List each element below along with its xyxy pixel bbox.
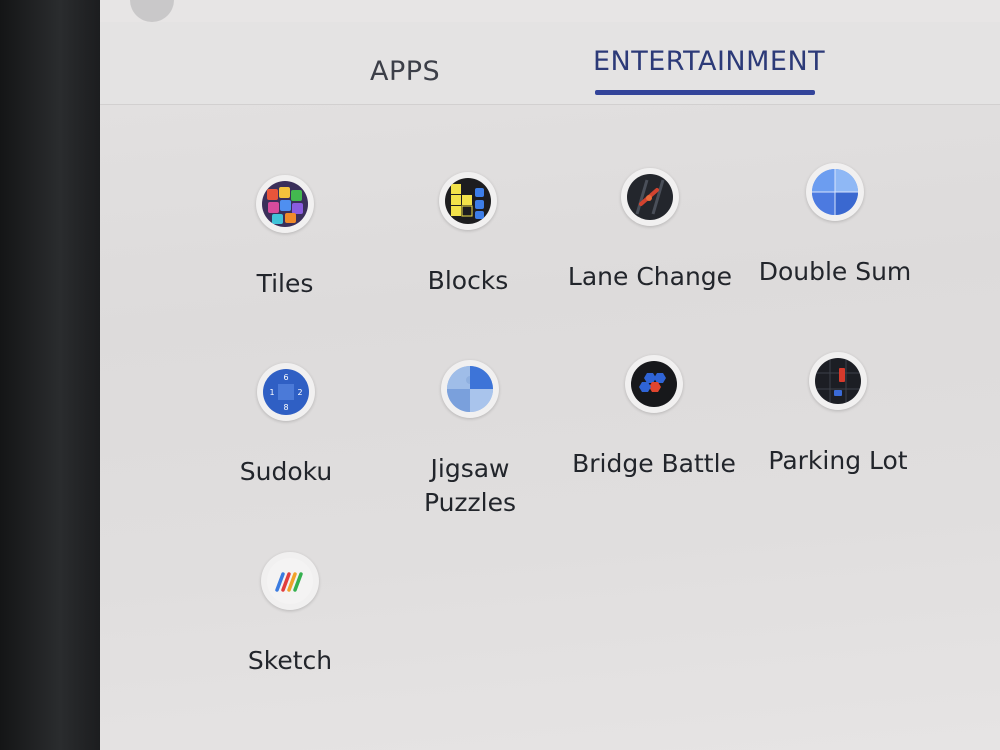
app-tile-double-sum[interactable]: Double Sum — [750, 163, 920, 289]
profile-avatar[interactable] — [130, 0, 174, 22]
app-tile-bridge-battle[interactable]: Bridge Battle — [569, 355, 739, 481]
svg-text:1: 1 — [269, 388, 274, 397]
svg-text:2: 2 — [297, 388, 302, 397]
app-label: Double Sum — [758, 257, 912, 286]
app-tile-tiles[interactable]: Tiles — [200, 175, 370, 301]
app-tile-jigsaw-puzzles[interactable]: Jigsaw Puzzles — [385, 360, 555, 520]
svg-text:8: 8 — [283, 403, 288, 412]
app-tile-sudoku[interactable]: 6 1 2 8 Sudoku — [201, 363, 371, 489]
app-label: Lane Change — [567, 262, 733, 291]
app-label: Sketch — [247, 646, 333, 675]
jigsaw-icon — [441, 360, 499, 418]
app-label: Tiles — [256, 269, 314, 298]
app-label: Blocks — [427, 266, 509, 295]
lane-change-icon — [621, 168, 679, 226]
app-tile-blocks[interactable]: Blocks — [383, 172, 553, 298]
status-bar — [100, 0, 1000, 23]
app-tile-parking-lot[interactable]: Parking Lot — [753, 352, 923, 478]
tab-apps[interactable]: APPS — [370, 56, 440, 87]
app-label: Sudoku — [239, 457, 333, 486]
screen: APPS ENTERTAINMENT Tiles Blocks Lane Cha… — [100, 0, 1000, 750]
tab-bar: APPS ENTERTAINMENT — [100, 22, 1000, 105]
app-tile-sketch[interactable]: Sketch — [205, 552, 375, 678]
app-label: Parking Lot — [768, 446, 908, 475]
sudoku-icon: 6 1 2 8 — [257, 363, 315, 421]
app-tile-lane-change[interactable]: Lane Change — [565, 168, 735, 294]
bridge-battle-icon — [625, 355, 683, 413]
app-label: Jigsaw Puzzles — [423, 454, 517, 517]
sketch-icon — [261, 552, 319, 610]
active-tab-indicator — [595, 90, 815, 95]
svg-text:6: 6 — [283, 373, 288, 382]
tiles-icon — [256, 175, 314, 233]
double-sum-icon — [806, 163, 864, 221]
blocks-icon — [439, 172, 497, 230]
app-label: Bridge Battle — [572, 449, 736, 478]
parking-lot-icon — [809, 352, 867, 410]
tab-entertainment[interactable]: ENTERTAINMENT — [593, 46, 825, 77]
